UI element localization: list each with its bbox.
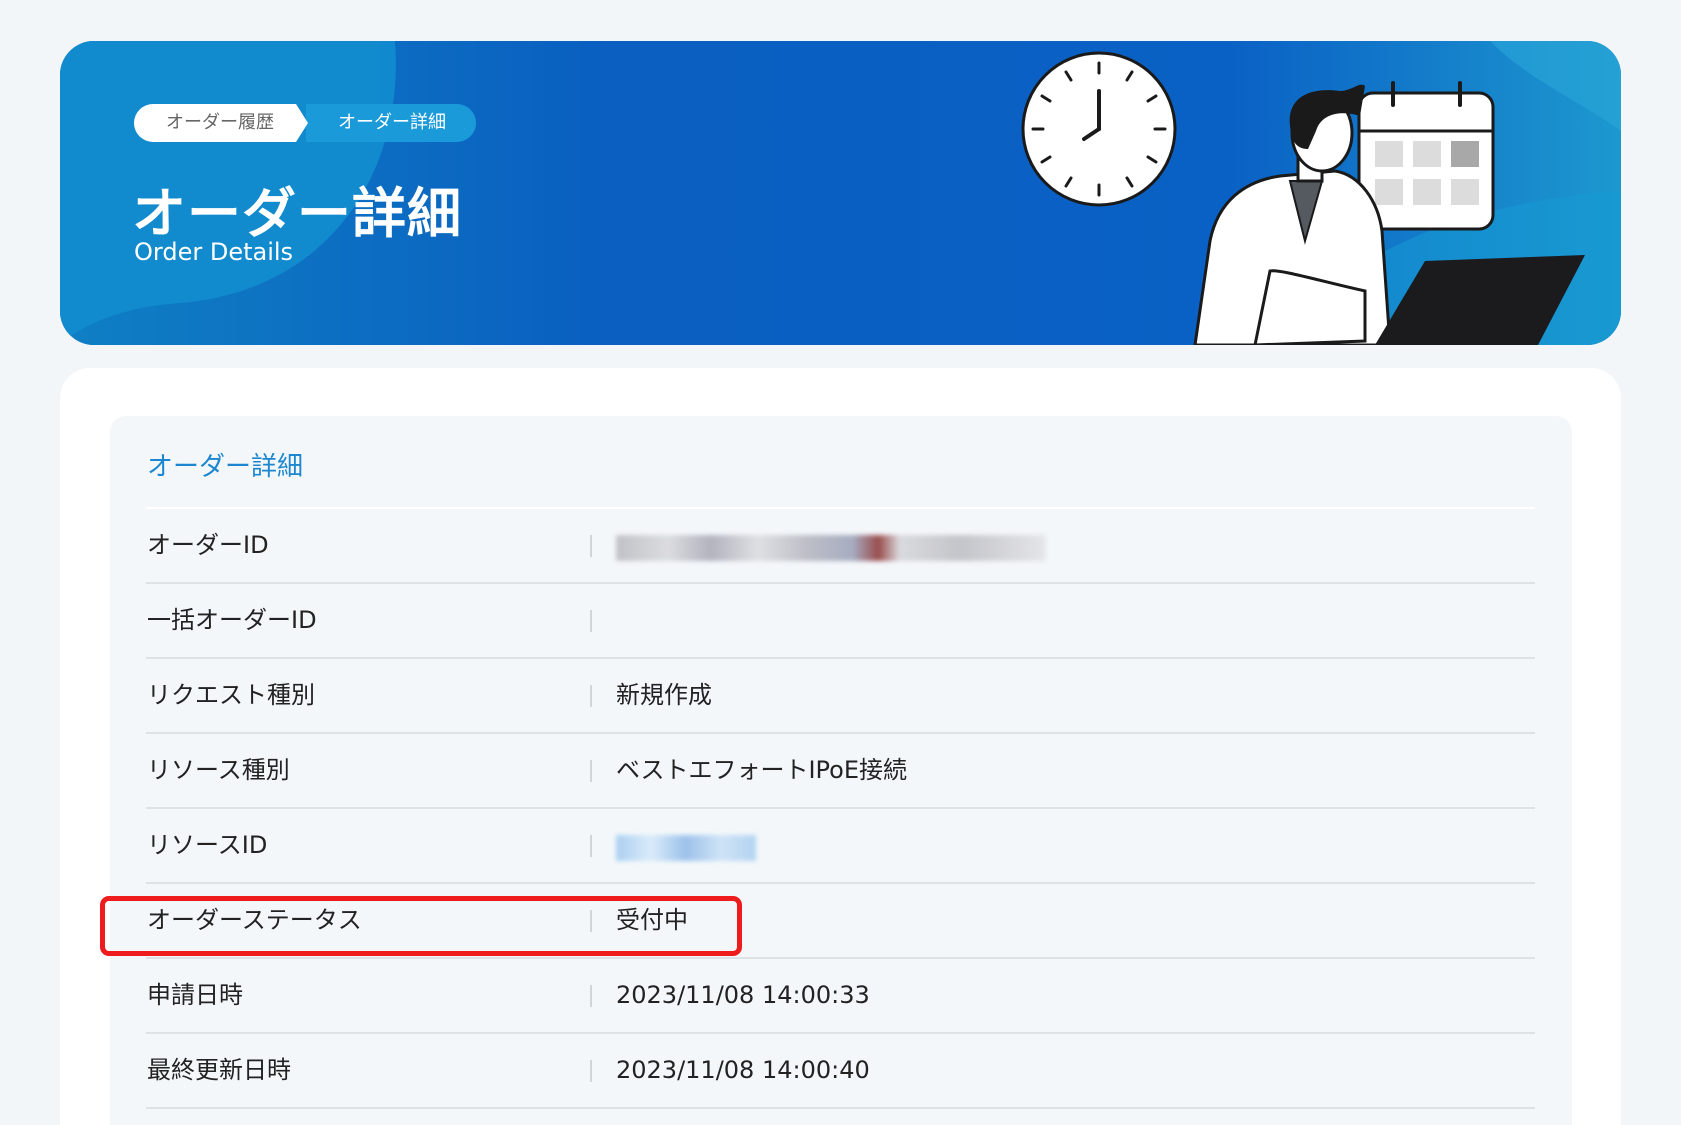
detail-label: 一括オーダーID	[147, 606, 317, 634]
row-separator	[590, 985, 592, 1007]
detail-row-resource-type: リソース種別 ベストエフォートIPoE接続	[146, 734, 1535, 809]
detail-label: リクエスト種別	[147, 681, 315, 709]
detail-label: リソース種別	[147, 756, 290, 784]
detail-label: リソースID	[147, 831, 268, 859]
calendar-icon	[1357, 81, 1495, 231]
order-details-panel: オーダー詳細 オーダーID 一括オーダーID リクエスト種別 新規作成 リソース…	[110, 416, 1572, 1125]
redacted-resource-id-link[interactable]	[616, 835, 756, 861]
detail-label: オーダーID	[147, 531, 269, 559]
row-separator	[590, 910, 592, 932]
detail-row-order-status: オーダーステータス 受付中	[146, 884, 1535, 959]
section-title: オーダー詳細	[147, 452, 304, 482]
redacted-order-id	[616, 535, 1046, 561]
detail-label: 申請日時	[147, 981, 243, 1009]
row-separator	[590, 610, 592, 632]
order-status-value: 受付中	[616, 906, 688, 934]
row-separator	[590, 535, 592, 557]
detail-row-resource-id: リソースID	[146, 809, 1535, 884]
detail-row-last-updated: 最終更新日時 2023/11/08 14:00:40	[146, 1034, 1535, 1109]
header-illustration	[1021, 51, 1585, 345]
page-header-banner: オーダー履歴 オーダー詳細 オーダー詳細 Order Details	[60, 41, 1621, 345]
detail-value: 2023/11/08 14:00:33	[616, 981, 870, 1009]
order-details-table: オーダーID 一括オーダーID リクエスト種別 新規作成 リソース種別 ベストエ…	[146, 507, 1535, 1109]
row-separator	[590, 1060, 592, 1082]
row-separator	[590, 835, 592, 857]
detail-label: 最終更新日時	[147, 1056, 291, 1084]
detail-value: ベストエフォートIPoE接続	[616, 756, 908, 784]
row-separator	[590, 685, 592, 707]
detail-row-request-type: リクエスト種別 新規作成	[146, 659, 1535, 734]
row-separator	[590, 760, 592, 782]
clock-icon	[1021, 51, 1177, 207]
content-card: オーダー詳細 オーダーID 一括オーダーID リクエスト種別 新規作成 リソース…	[60, 368, 1621, 1125]
detail-row-order-id: オーダーID	[146, 509, 1535, 584]
detail-row-bulk-order-id: 一括オーダーID	[146, 584, 1535, 659]
laptop-icon	[1375, 255, 1585, 345]
detail-label: オーダーステータス	[147, 906, 362, 934]
detail-value: 新規作成	[616, 681, 712, 709]
detail-value: 2023/11/08 14:00:40	[616, 1056, 870, 1084]
detail-row-requested-at: 申請日時 2023/11/08 14:00:33	[146, 959, 1535, 1034]
